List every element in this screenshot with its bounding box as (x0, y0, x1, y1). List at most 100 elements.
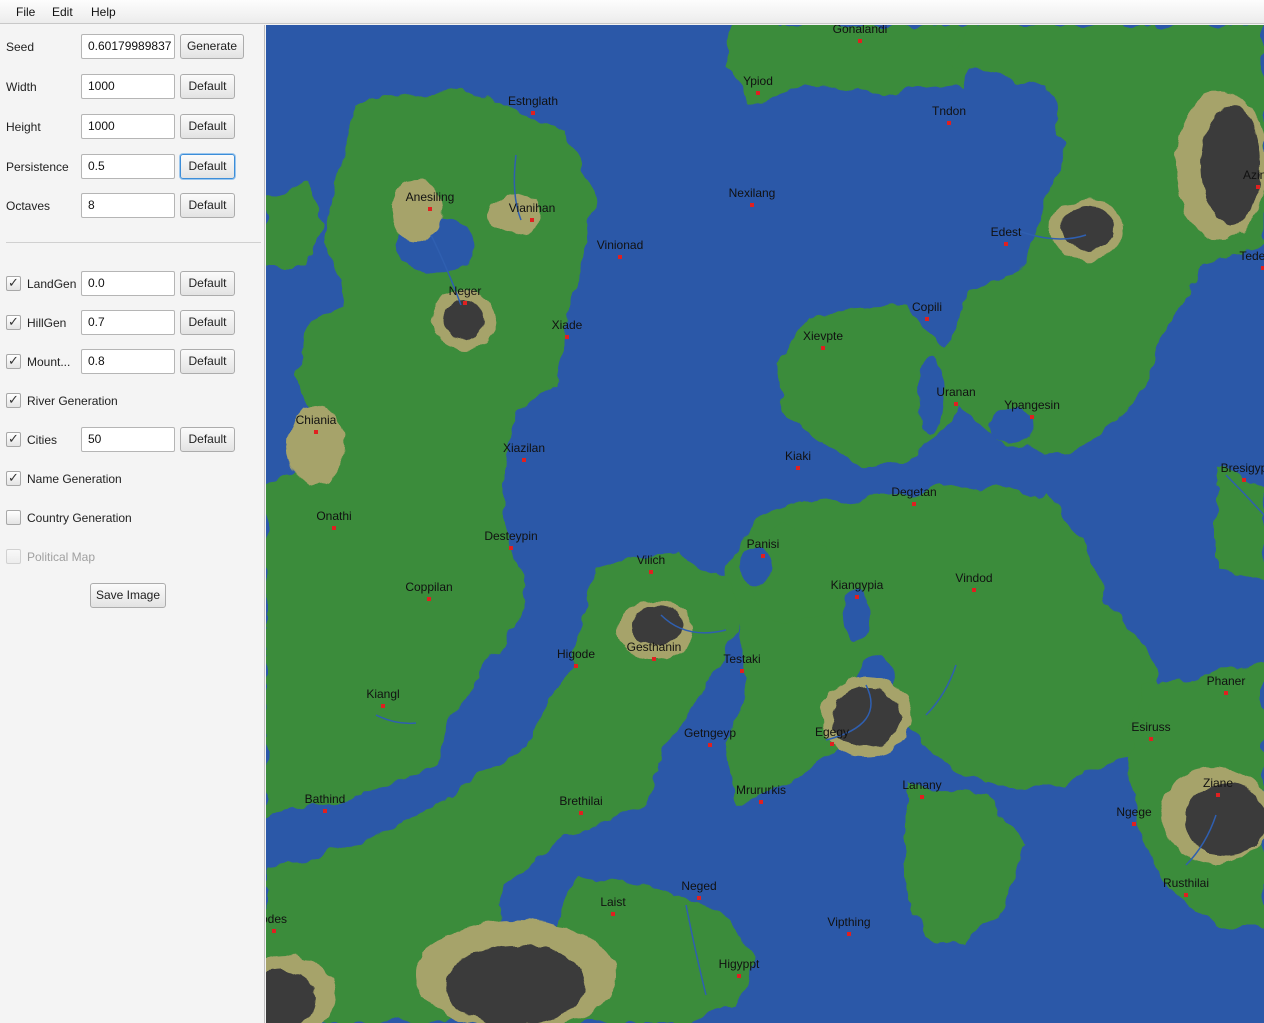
menu-bar: File Edit Help (0, 0, 1264, 24)
landgen-checkbox[interactable]: ✓ (6, 275, 21, 291)
city-label: Xiade (552, 318, 583, 332)
city-marker: odes (266, 912, 287, 933)
city-marker: Panisi (747, 537, 780, 558)
city-dot (1132, 822, 1136, 826)
city-dot (565, 335, 569, 339)
city-marker: Uranan (936, 385, 976, 406)
mountgen-input[interactable]: 0.8 (81, 349, 175, 374)
city-label: Copili (912, 300, 942, 314)
city-dot (611, 912, 615, 916)
mountgen-checkbox[interactable]: ✓ (6, 353, 21, 369)
city-label: Ypiod (743, 74, 773, 88)
seed-label: Seed (6, 40, 35, 54)
city-marker: Nexilang (729, 186, 775, 207)
city-dot (522, 458, 526, 462)
height-input[interactable]: 1000 (81, 114, 175, 139)
political-row: Political Map (0, 544, 265, 570)
cities-input[interactable]: 50 (81, 427, 175, 452)
city-label: Kiaki (785, 449, 811, 463)
city-label: Phaner (1207, 674, 1246, 688)
width-default-button[interactable]: Default (180, 74, 235, 99)
city-label: Neged (681, 879, 716, 893)
city-marker: Ypiod (743, 74, 773, 95)
city-marker: Anesiling (406, 190, 454, 211)
city-marker: Rusthilai (1163, 876, 1209, 897)
river-checkbox[interactable]: ✓ (6, 392, 21, 408)
city-dot (737, 974, 741, 978)
city-dot (920, 795, 924, 799)
city-dot (1224, 691, 1228, 695)
width-input[interactable]: 1000 (81, 74, 175, 99)
city-label: Ziane (1203, 776, 1233, 790)
country-row: Country Generation (0, 505, 265, 531)
landgen-row: ✓ LandGen 0.0 Default (0, 271, 265, 297)
city-label: Edest (991, 225, 1022, 239)
landgen-input[interactable]: 0.0 (81, 271, 175, 296)
city-label: Panisi (747, 537, 780, 551)
menu-file[interactable]: File (16, 5, 35, 19)
city-marker: Xievpte (803, 329, 843, 350)
city-label: Vianihan (509, 201, 556, 215)
octaves-default-button[interactable]: Default (180, 193, 235, 218)
city-dot (1030, 415, 1034, 419)
seed-row: Seed 0.60179989837 Generate (0, 34, 265, 60)
city-marker: Bathind (305, 792, 345, 813)
cities-default-button[interactable]: Default (180, 427, 235, 452)
octaves-label: Octaves (6, 199, 51, 213)
political-label: Political Map (27, 550, 96, 564)
city-marker: Degetan (891, 485, 937, 506)
city-label: Rusthilai (1163, 876, 1209, 890)
city-layer: Gonalandi Ypiod Tndon Azina Estnglath Nexilan… (266, 25, 1264, 978)
hillgen-default-button[interactable]: Default (180, 310, 235, 335)
city-marker: Neged (681, 879, 717, 900)
city-dot (954, 402, 958, 406)
check-icon: ✓ (8, 353, 19, 368)
river-label: River Generation (27, 394, 118, 408)
city-marker: Higyppt (719, 957, 760, 978)
check-icon: ✓ (8, 275, 19, 290)
seed-input[interactable]: 0.60179989837 (81, 34, 175, 59)
names-checkbox[interactable]: ✓ (6, 470, 21, 486)
city-dot (912, 502, 916, 506)
hillgen-checkbox[interactable]: ✓ (6, 314, 21, 330)
country-checkbox[interactable] (6, 510, 21, 525)
octaves-input[interactable]: 8 (81, 193, 175, 218)
city-label: Estnglath (508, 94, 558, 108)
city-dot (323, 809, 327, 813)
height-default-button[interactable]: Default (180, 114, 235, 139)
city-marker: Kiaki (785, 449, 811, 470)
mountgen-default-button[interactable]: Default (180, 349, 235, 374)
hillgen-row: ✓ HillGen 0.7 Default (0, 310, 265, 336)
city-marker: Desteypin (484, 529, 538, 550)
city-marker: Gonalandi (833, 25, 887, 43)
hillgen-input[interactable]: 0.7 (81, 310, 175, 335)
landgen-default-button[interactable]: Default (180, 271, 235, 296)
city-marker: Phaner (1207, 674, 1246, 695)
cities-checkbox[interactable]: ✓ (6, 431, 21, 447)
check-icon: ✓ (8, 470, 19, 485)
menu-help[interactable]: Help (91, 5, 116, 19)
city-marker: Chiania (296, 413, 337, 434)
city-marker: Xiade (552, 318, 583, 339)
save-image-button[interactable]: Save Image (90, 583, 166, 608)
city-marker: Azina (1243, 168, 1264, 189)
generate-button[interactable]: Generate (180, 34, 244, 59)
city-marker: Coppilan (405, 580, 453, 601)
city-marker: Edest (991, 225, 1022, 246)
city-dot (858, 39, 862, 43)
hillgen-label: HillGen (27, 316, 67, 330)
city-label: Vipthing (827, 915, 870, 929)
names-label: Name Generation (27, 472, 122, 486)
menu-edit[interactable]: Edit (52, 5, 73, 19)
city-label: Bresigyp (1221, 461, 1264, 475)
cities-label: Cities (27, 433, 58, 447)
persistence-default-button[interactable]: Default (180, 154, 235, 179)
city-dot (1256, 185, 1260, 189)
city-marker: Vinionad (597, 238, 643, 259)
city-dot (761, 554, 765, 558)
city-label: Degetan (891, 485, 936, 499)
city-label: Egegy (815, 725, 849, 739)
map-view[interactable]: Gonalandi Ypiod Tndon Azina Estnglath Nexilan… (266, 25, 1264, 1023)
persistence-input[interactable]: 0.5 (81, 154, 175, 179)
city-label: Neger (449, 284, 482, 298)
